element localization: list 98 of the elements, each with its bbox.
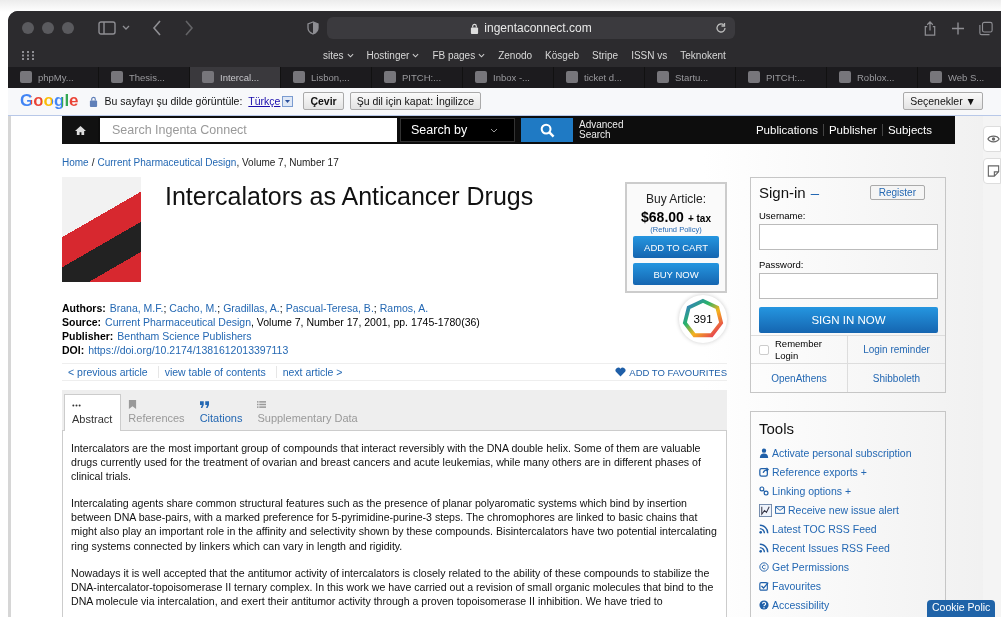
content-tab[interactable]: Abstract	[64, 394, 122, 431]
meta-label: DOI:	[62, 343, 85, 357]
browser-tab[interactable]: Lisbon,...	[281, 66, 372, 88]
tool-link[interactable]: Receive new issue alert	[759, 503, 899, 517]
checkbox-label: Remember Login	[775, 337, 823, 362]
citation-badge[interactable]: 391	[679, 295, 727, 343]
article-nav-link[interactable]: view table of contents	[157, 366, 272, 378]
link[interactable]: Pascual-Teresa, B.	[285, 301, 374, 315]
meta-label: Publisher:	[62, 329, 114, 343]
tab-label: phpMy...	[38, 71, 74, 83]
text: ;	[163, 301, 167, 315]
panel-heading: Sign-in	[759, 184, 806, 201]
text: /	[91, 157, 95, 168]
browser-tab[interactable]: ticket d...	[554, 66, 645, 88]
shibboleth-link[interactable]: Shibboleth	[872, 372, 921, 384]
add-to-cart-button[interactable]: ADD TO CART	[633, 236, 719, 258]
meta-label: Source:	[62, 315, 102, 329]
bookmark-link[interactable]: Kösgeb	[545, 50, 580, 62]
tool-link[interactable]: Linking options +	[759, 484, 852, 498]
field-label: Username:	[759, 210, 807, 221]
nav-link[interactable]: Publisher	[822, 124, 882, 136]
text: , Volume 7, Number 17, 2001, pp. 1745-1780(36)	[251, 315, 480, 329]
bookmark-link[interactable]: Stripe	[592, 50, 619, 62]
search-field[interactable]: Search Ingenta Connect	[100, 118, 397, 142]
tab-label: Thesis...	[129, 71, 165, 83]
browser-tab[interactable]: phpMy...	[8, 66, 99, 88]
bookmark-link[interactable]: FB pages	[432, 50, 486, 62]
login-reminder-link[interactable]: Login reminder	[863, 344, 930, 355]
tool-link[interactable]: Get Permissions	[759, 560, 850, 574]
tab-label: Inbox -...	[493, 71, 530, 83]
search-by-dropdown[interactable]: Search by	[400, 118, 515, 142]
text: ;	[279, 301, 283, 315]
options-button[interactable]: Seçenekler ▼	[903, 92, 983, 111]
tab-label: Roblox...	[857, 71, 895, 83]
abstract-paragraph: Intercalating agents share common structural features such as the presence of planar polyaromatic systems which bind by insertion between DNA base-pairs, with a marked preference for 5-pyrimidine-purine-3 steps. The chromophores are linked to basic chains that might also play an important role in the affinity and selectivity shown by these compounds. Bisintercalators have two potential intercalating ring systems connected by linkers which can vary in length and rigidity.	[71, 496, 718, 553]
browser-tab[interactable]: Inbox -...	[463, 66, 554, 88]
bookmark-link[interactable]: ISSN vs	[631, 50, 668, 62]
tool-link[interactable]: Reference exports +	[759, 465, 867, 479]
never-translate-button[interactable]: Şu dil için kapat: İngilizce	[349, 92, 481, 111]
add-to-favourites-link[interactable]: ADD TO FAVOURITES	[615, 366, 727, 378]
content-tab[interactable]: Citations	[192, 394, 251, 430]
url-text: ingentaconnect.com	[484, 21, 592, 35]
tab-label: Web S...	[948, 71, 985, 83]
openathens-link[interactable]: OpenAthens	[771, 372, 827, 384]
browser-tab[interactable]: Web S...	[918, 66, 1001, 88]
bookmark-link[interactable]: Teknokent	[680, 50, 726, 62]
browser-tab[interactable]: PITCH:...	[736, 66, 827, 88]
tax-note: + tax	[687, 213, 711, 224]
translate-prompt: Bu sayfayı şu dilde görüntüle:	[104, 95, 243, 108]
tab-label: Startu...	[675, 71, 709, 83]
link[interactable]: https://doi.org/10.2174/1381612013397113	[88, 343, 289, 357]
google-logo: Google	[20, 91, 79, 112]
tool-link[interactable]: Latest TOC RSS Feed	[759, 522, 877, 536]
browser-tab[interactable]: Roblox...	[827, 66, 918, 88]
article-title: Intercalators as Anticancer Drugs	[165, 182, 534, 212]
bookmark-link[interactable]: sites	[323, 50, 354, 62]
buy-now-button[interactable]: BUY NOW	[633, 263, 719, 285]
abstract-paragraph: Intercalators are the most important group of compounds that interact reversibly with the DNA double helix. Some of them are valuable drugs currently used for the treatment of ovarian and breast cancers and acute leukemias, while many others are in different phases of clinical trials.	[71, 441, 702, 484]
tab-label: PITCH:...	[402, 71, 442, 83]
panel-heading: Tools	[759, 420, 796, 437]
buy-heading: Buy Article:	[646, 192, 706, 206]
nav-link[interactable]: Subjects	[881, 124, 937, 136]
field-label: Password:	[759, 259, 805, 270]
link[interactable]: Bentham Science Publishers	[117, 329, 252, 343]
cookie-policy-button[interactable]: Cookie Polic	[927, 600, 996, 617]
language-link[interactable]: Türkçe	[248, 95, 281, 108]
address-bar[interactable]: ingentaconnect.com	[327, 17, 735, 39]
article-nav-link[interactable]: next article >	[275, 366, 349, 378]
tab-label: Lisbon,...	[311, 71, 350, 83]
tool-link[interactable]: Recent Issues RSS Feed	[759, 541, 890, 555]
article-nav-link[interactable]: < previous article	[62, 366, 154, 378]
price: $68.00	[641, 209, 684, 225]
text: , Volume 7, Number 17	[236, 157, 339, 168]
register-button[interactable]: Register	[869, 185, 925, 200]
tool-link[interactable]: Accessibility	[759, 598, 830, 612]
tab-label: Intercal...	[220, 71, 260, 83]
nav-link[interactable]: Publications	[750, 124, 823, 136]
text: ;	[373, 301, 377, 315]
abstract-paragraph: Nowadays it is well accepted that the antitumor activity of intercalators is closely related to the ability of these compounds to stabilize the DNA-intercalator-topoisomerase II ternary complex. In this work we have carried out a revision of small organic molecules that bind to the DNA molecule via intercalation, and exert their antitumor activity through a proven topoisomerase II inhibition. We have tried to	[71, 565, 715, 608]
translate-button[interactable]: Çevir	[303, 92, 344, 111]
bookmark-link[interactable]: Zenodo	[498, 50, 533, 62]
browser-tab[interactable]: Startu...	[645, 66, 736, 88]
link[interactable]: Gradillas, A.	[223, 301, 280, 315]
link[interactable]: Current Pharmaceutical Design	[105, 315, 251, 329]
tab-label: ticket d...	[584, 71, 622, 83]
bookmark-link[interactable]: Hostinger	[366, 50, 420, 62]
browser-tab[interactable]: PITCH:...	[372, 66, 463, 88]
meta-label: Authors:	[62, 301, 106, 315]
link[interactable]: Ramos, A.	[379, 301, 429, 315]
text: ;	[217, 301, 221, 315]
tool-link[interactable]: Activate personal subscription	[759, 446, 912, 460]
advanced-search-link[interactable]: Advanced Search	[579, 120, 629, 140]
dash: –	[810, 184, 820, 201]
sign-in-button[interactable]: SIGN IN NOW	[759, 307, 938, 333]
link[interactable]: Home	[62, 157, 89, 168]
tab-label: PITCH:...	[766, 71, 806, 83]
tool-link[interactable]: Favourites	[759, 579, 822, 593]
browser-tab[interactable]: Intercal...	[190, 66, 281, 88]
